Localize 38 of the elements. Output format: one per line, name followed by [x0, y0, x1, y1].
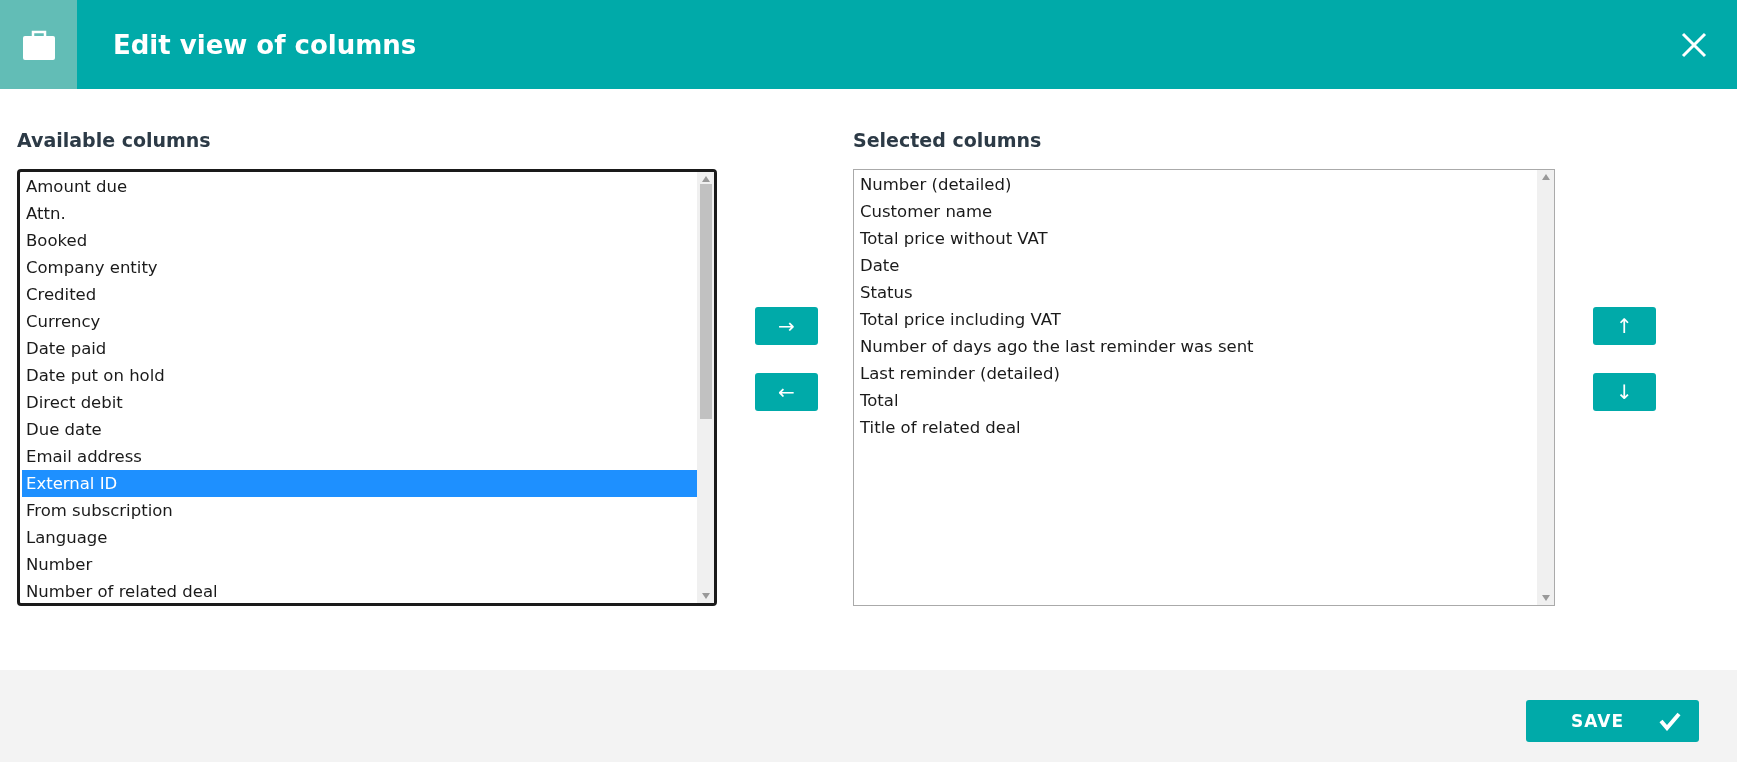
list-item[interactable]: Total price including VAT [856, 306, 1537, 333]
list-item[interactable]: Number [22, 551, 697, 578]
scroll-up-icon[interactable] [701, 176, 710, 182]
list-item[interactable]: Total [856, 387, 1537, 414]
list-item[interactable]: Company entity [22, 254, 697, 281]
list-item[interactable]: Status [856, 279, 1537, 306]
list-item[interactable]: Date [856, 252, 1537, 279]
list-item[interactable]: Last reminder (detailed) [856, 360, 1537, 387]
scrollbar[interactable] [697, 172, 714, 603]
list-item[interactable]: Currency [22, 308, 697, 335]
window-title: Edit view of columns [113, 29, 418, 60]
list-item[interactable]: Total price without VAT [856, 225, 1537, 252]
scroll-up-icon[interactable] [1541, 174, 1550, 180]
checkmark-icon [1659, 711, 1681, 731]
list-box[interactable]: Number (detailed) Customer name Total price without VAT Date Status Total price including VAT Number of days ago the last reminder was sent Last reminder (detailed) Total Title of related deal [853, 169, 1555, 606]
scroll-down-icon[interactable] [1541, 595, 1550, 601]
list-item[interactable]: Title of related deal [856, 414, 1537, 441]
close-icon[interactable] [1681, 31, 1707, 58]
scroll-down-icon[interactable] [701, 593, 710, 599]
list-item[interactable]: Booked [22, 227, 697, 254]
list-label: Available columns [17, 129, 212, 153]
list-item[interactable]: From subscription [22, 497, 697, 524]
list-label: Selected columns [853, 129, 1043, 153]
list-item[interactable]: Customer name [856, 198, 1537, 225]
list-item[interactable]: Due date [22, 416, 697, 443]
list-box[interactable]: Amount due Attn. Booked Company entity Credited Currency Date paid Date put on hold Direct debit Due date Email address External ID From subscription Language Number Number of related deal [17, 169, 717, 606]
list-item[interactable]: Attn. [22, 200, 697, 227]
list-item[interactable]: Date paid [22, 335, 697, 362]
list-item[interactable]: Number (detailed) [856, 171, 1537, 198]
list-item[interactable]: Credited [22, 281, 697, 308]
list-item[interactable]: Amount due [22, 173, 697, 200]
list-item[interactable]: Language [22, 524, 697, 551]
list-item[interactable]: Direct debit [22, 389, 697, 416]
scrollbar[interactable] [1537, 170, 1554, 605]
list-item[interactable]: Date put on hold [22, 362, 697, 389]
list-item[interactable]: Number of days ago the last reminder was sent [856, 333, 1537, 360]
list-item[interactable]: Email address [22, 443, 697, 470]
list-item[interactable]: Number of related deal [22, 578, 697, 603]
